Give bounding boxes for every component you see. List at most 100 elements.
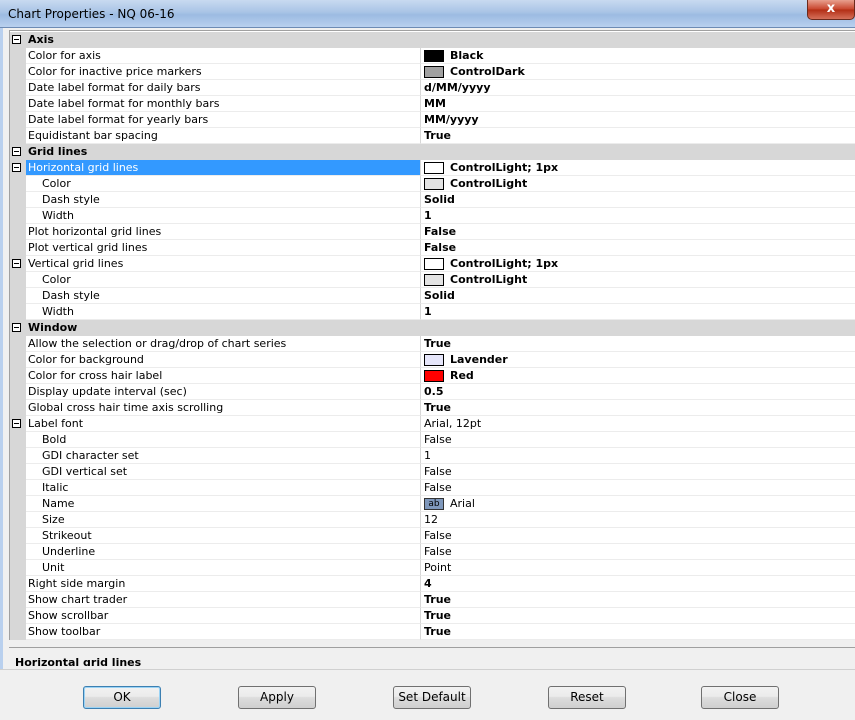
- property-name-cell[interactable]: Size: [26, 512, 421, 528]
- property-value-cell[interactable]: 1: [421, 304, 855, 320]
- property-row[interactable]: Show toolbar True: [10, 624, 855, 640]
- property-row[interactable]: GDI character set 1: [10, 448, 855, 464]
- property-name-cell[interactable]: Date label format for yearly bars: [26, 112, 421, 128]
- property-row[interactable]: Color for background Lavender: [10, 352, 855, 368]
- property-row[interactable]: GDI vertical set False: [10, 464, 855, 480]
- property-name-cell[interactable]: Color for cross hair label: [26, 368, 421, 384]
- property-value-cell[interactable]: Point: [421, 560, 855, 576]
- property-row[interactable]: Show scrollbar True: [10, 608, 855, 624]
- property-name-cell[interactable]: Date label format for monthly bars: [26, 96, 421, 112]
- property-value-cell[interactable]: Red: [421, 368, 855, 384]
- property-name-cell[interactable]: Plot horizontal grid lines: [26, 224, 421, 240]
- property-row[interactable]: Underline False: [10, 544, 855, 560]
- property-value-cell[interactable]: True: [421, 128, 855, 144]
- property-name-cell[interactable]: Allow the selection or drag/drop of char…: [26, 336, 421, 352]
- property-name-cell[interactable]: Global cross hair time axis scrolling: [26, 400, 421, 416]
- property-name-cell[interactable]: Show chart trader: [26, 592, 421, 608]
- property-name-cell[interactable]: Equidistant bar spacing: [26, 128, 421, 144]
- property-name-cell[interactable]: Width: [26, 304, 421, 320]
- property-name-cell[interactable]: Italic: [26, 480, 421, 496]
- property-name-cell[interactable]: Color: [26, 272, 421, 288]
- property-row[interactable]: Plot vertical grid lines False: [10, 240, 855, 256]
- property-row[interactable]: Unit Point: [10, 560, 855, 576]
- property-name-cell[interactable]: GDI character set: [26, 448, 421, 464]
- property-row[interactable]: Size 12: [10, 512, 855, 528]
- property-row[interactable]: Dash style Solid: [10, 288, 855, 304]
- property-row[interactable]: Show chart trader True: [10, 592, 855, 608]
- property-value-cell[interactable]: False: [421, 480, 855, 496]
- property-name-cell[interactable]: GDI vertical set: [26, 464, 421, 480]
- property-name-cell[interactable]: Color: [26, 176, 421, 192]
- property-name-cell[interactable]: Strikeout: [26, 528, 421, 544]
- property-value-cell[interactable]: ControlLight: [421, 176, 855, 192]
- property-row[interactable]: Color for inactive price markers ControlD…: [10, 64, 855, 80]
- collapse-icon[interactable]: [12, 147, 21, 156]
- property-value-cell[interactable]: 1: [421, 208, 855, 224]
- property-name-cell[interactable]: Vertical grid lines: [26, 256, 421, 272]
- property-value-cell[interactable]: Lavender: [421, 352, 855, 368]
- property-value-cell[interactable]: ControlLight; 1px: [421, 160, 855, 176]
- property-grid[interactable]: Axis Color for axis Black Color for inactiv…: [9, 30, 855, 640]
- property-row[interactable]: Display update interval (sec) 0.5: [10, 384, 855, 400]
- apply-button[interactable]: Apply: [238, 686, 316, 709]
- property-row[interactable]: Plot horizontal grid lines False: [10, 224, 855, 240]
- property-value-cell[interactable]: ControlDark: [421, 64, 855, 80]
- category-row[interactable]: Axis: [10, 32, 855, 48]
- property-row[interactable]: Strikeout False: [10, 528, 855, 544]
- property-value-cell[interactable]: Solid: [421, 192, 855, 208]
- property-name-cell[interactable]: Show scrollbar: [26, 608, 421, 624]
- ok-button[interactable]: OK: [83, 686, 161, 709]
- collapse-icon[interactable]: [12, 163, 21, 172]
- property-value-cell[interactable]: 1: [421, 448, 855, 464]
- property-row[interactable]: Width 1: [10, 208, 855, 224]
- property-row[interactable]: Dash style Solid: [10, 192, 855, 208]
- property-row[interactable]: Equidistant bar spacing True: [10, 128, 855, 144]
- property-name-cell[interactable]: Dash style: [26, 288, 421, 304]
- property-row[interactable]: Bold False: [10, 432, 855, 448]
- property-row[interactable]: Italic False: [10, 480, 855, 496]
- set-default-button[interactable]: Set Default: [393, 686, 471, 709]
- property-name-cell[interactable]: Date label format for daily bars: [26, 80, 421, 96]
- property-value-cell[interactable]: MM: [421, 96, 855, 112]
- property-name-cell[interactable]: Label font: [26, 416, 421, 432]
- property-row[interactable]: Global cross hair time axis scrolling Tru…: [10, 400, 855, 416]
- property-name-cell[interactable]: Color for background: [26, 352, 421, 368]
- collapse-icon[interactable]: [12, 419, 21, 428]
- property-value-cell[interactable]: ControlLight; 1px: [421, 256, 855, 272]
- property-value-cell[interactable]: 12: [421, 512, 855, 528]
- property-name-cell[interactable]: Width: [26, 208, 421, 224]
- property-row[interactable]: Color ControlLight: [10, 176, 855, 192]
- property-value-cell[interactable]: False: [421, 432, 855, 448]
- property-name-cell[interactable]: Plot vertical grid lines: [26, 240, 421, 256]
- property-row[interactable]: Width 1: [10, 304, 855, 320]
- property-name-cell[interactable]: Unit: [26, 560, 421, 576]
- property-row[interactable]: Label font Arial, 12pt: [10, 416, 855, 432]
- property-row[interactable]: Date label format for yearly bars MM/yyyy: [10, 112, 855, 128]
- property-row[interactable]: Date label format for monthly bars MM: [10, 96, 855, 112]
- property-value-cell[interactable]: 4: [421, 576, 855, 592]
- property-value-cell[interactable]: d/MM/yyyy: [421, 80, 855, 96]
- property-value-cell[interactable]: 0.5: [421, 384, 855, 400]
- property-row[interactable]: Horizontal grid lines ControlLight; 1px: [10, 160, 855, 176]
- property-value-cell[interactable]: ControlLight: [421, 272, 855, 288]
- property-name-cell[interactable]: Horizontal grid lines: [26, 160, 421, 176]
- property-row[interactable]: Color ControlLight: [10, 272, 855, 288]
- property-name-cell[interactable]: Show toolbar: [26, 624, 421, 640]
- category-row[interactable]: Grid lines: [10, 144, 855, 160]
- property-name-cell[interactable]: Color for axis: [26, 48, 421, 64]
- property-name-cell[interactable]: Name: [26, 496, 421, 512]
- property-value-cell[interactable]: False: [421, 464, 855, 480]
- property-value-cell[interactable]: False: [421, 528, 855, 544]
- property-value-cell[interactable]: False: [421, 240, 855, 256]
- category-row[interactable]: Window: [10, 320, 855, 336]
- property-name-cell[interactable]: Dash style: [26, 192, 421, 208]
- property-name-cell[interactable]: Underline: [26, 544, 421, 560]
- property-value-cell[interactable]: Arial, 12pt: [421, 416, 855, 432]
- property-row[interactable]: Color for axis Black: [10, 48, 855, 64]
- property-value-cell[interactable]: True: [421, 400, 855, 416]
- property-value-cell[interactable]: True: [421, 592, 855, 608]
- property-row[interactable]: Name ab Arial: [10, 496, 855, 512]
- property-name-cell[interactable]: Right side margin: [26, 576, 421, 592]
- reset-button[interactable]: Reset: [548, 686, 626, 709]
- close-button[interactable]: Close: [701, 686, 779, 709]
